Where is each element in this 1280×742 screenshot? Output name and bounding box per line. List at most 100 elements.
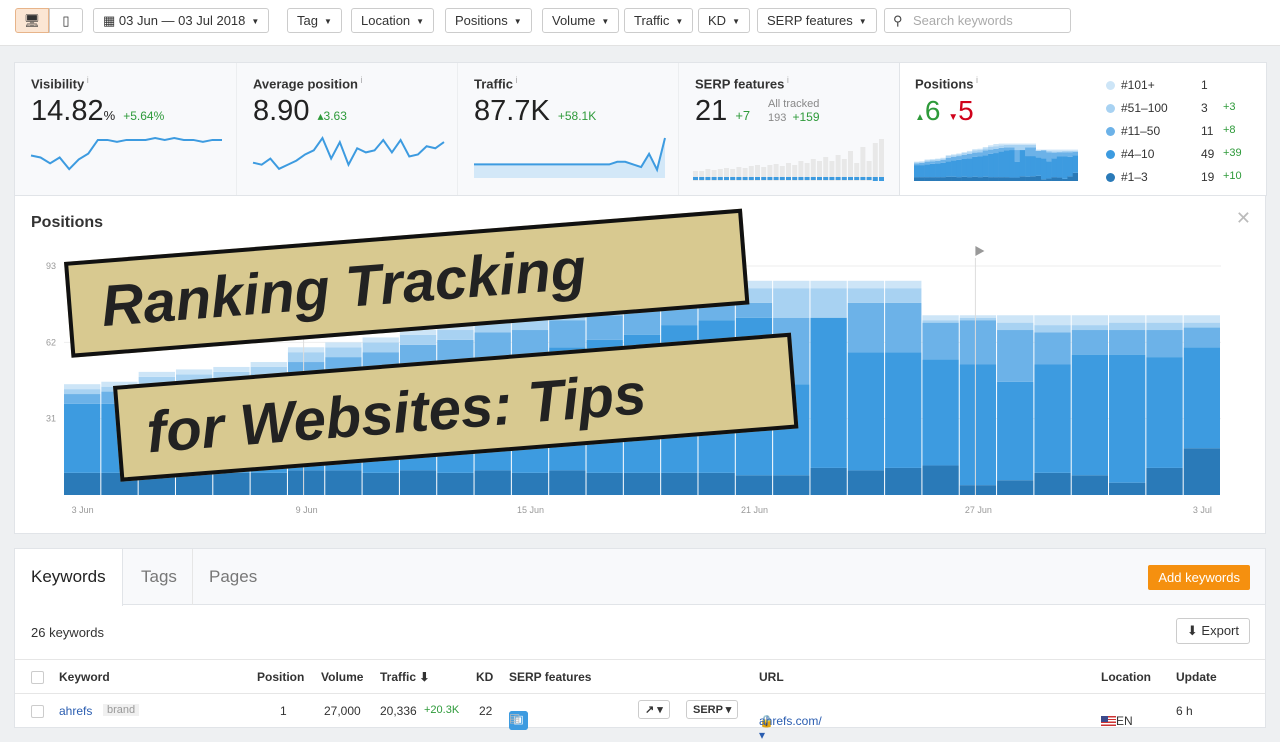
select-all-checkbox[interactable] [31,671,44,684]
bar-segment [437,330,473,340]
x-tick-label: 27 Jun [965,505,992,515]
sparkline-line [474,138,665,170]
filter-label: Location [361,13,410,28]
bar-segment [1184,448,1220,495]
filter-kd[interactable]: KD▼ [698,8,750,33]
bar-segment [1109,323,1145,330]
card-title: Average position [253,76,358,91]
sparkline-line [31,138,222,169]
serp-bar-tracked [767,177,772,180]
bar-segment [848,281,884,288]
bar-segment [213,473,249,495]
tab-tags[interactable]: Tags [125,549,193,605]
info-icon[interactable]: i [974,75,979,85]
mini-bar-segment [935,161,941,164]
bar-segment [810,468,846,495]
traffic-delta: +20.3K [424,704,459,716]
filter-tag[interactable]: Tag▼ [287,8,342,33]
bar-segment [1034,325,1070,332]
position-history-button[interactable]: ↗ ▾ [638,700,670,719]
legend-label: #4–10 [1121,147,1154,161]
serp-bar-tracked [873,177,878,181]
filter-serp-features[interactable]: SERP features▼ [757,8,877,33]
mini-bar-segment [914,162,920,163]
bar-segment [64,394,100,404]
legend-item[interactable]: #11–5011+8 [1106,124,1256,138]
col-keyword[interactable]: Keyword [59,670,110,684]
col-update[interactable]: Update [1176,670,1217,684]
info-icon[interactable]: i [358,75,363,85]
legend-delta: +3 [1223,101,1236,113]
legend-item[interactable]: #1–319+10 [1106,170,1256,184]
legend-item[interactable]: #101+1 [1106,78,1256,92]
filter-positions[interactable]: Positions▼ [445,8,532,33]
legend-delta: +10 [1223,170,1242,182]
search-icon: ⚲ [893,9,903,32]
mini-bar-segment [919,161,925,162]
mini-bar-segment [940,159,946,160]
bar-segment [1146,323,1182,330]
mini-bar-segment [956,160,962,177]
serp-button[interactable]: SERP ▾ [686,700,738,719]
mini-bar-segment [962,152,968,153]
x-tick-label: 21 Jun [741,505,768,515]
mini-bar-segment [1073,173,1078,181]
col-serp-features[interactable]: SERP features [509,670,591,684]
export-button[interactable]: ⬇ Export [1176,618,1250,644]
add-keywords-button[interactable]: Add keywords [1148,565,1250,590]
filter-traffic[interactable]: Traffic▼ [624,8,693,33]
mobile-icon[interactable]: ▯ [49,8,83,33]
keywords-tabs: Keywords Tags Pages Add keywords [15,549,1265,605]
mini-bar-segment [1067,152,1073,157]
col-position[interactable]: Position [257,670,304,684]
mini-bar-segment [977,152,983,156]
serp-bar-tracked [712,177,717,180]
all-tracked-value: 193 [768,112,786,124]
filter-volume[interactable]: Volume▼ [542,8,619,33]
serp-bar-tracked [786,177,791,180]
bar-segment [922,360,958,466]
info-icon[interactable]: i [784,75,789,85]
bar-segment [848,352,884,470]
positions-mini-chart [914,141,1078,181]
bar-segment [288,347,324,352]
positions-up: 6 [925,95,941,126]
mini-bar-segment [993,149,999,153]
tab-pages[interactable]: Pages [192,549,273,605]
mini-bar-segment [935,177,941,181]
legend-item[interactable]: #4–1049+39 [1106,147,1256,161]
legend-delta: +39 [1223,147,1242,159]
bar-segment [400,335,436,345]
mini-bar-segment [988,145,994,147]
row-checkbox[interactable] [31,705,44,718]
info-icon[interactable]: i [513,75,518,85]
serp-bar-tracked [736,177,741,180]
serp-bar-tracked [798,177,803,180]
bar-segment [325,347,361,357]
col-volume[interactable]: Volume [321,670,363,684]
bar-segment [325,342,361,347]
search-input[interactable]: ⚲Search keywords [884,8,1071,33]
legend-label: #1–3 [1121,170,1148,184]
filter-location[interactable]: Location▼ [351,8,434,33]
legend-item[interactable]: #51–1003+3 [1106,101,1256,115]
mini-bar-segment [1057,151,1063,152]
info-icon[interactable]: i [84,75,89,85]
mini-bar-segment [983,155,989,177]
date-range-dropdown[interactable]: ▦ 03 Jun — 03 Jul 2018▼ [93,8,269,33]
bar-segment [997,480,1033,495]
document-icon[interactable]: ▤ [509,711,520,725]
tab-keywords[interactable]: Keywords [15,549,123,606]
serp-bar-tracked [842,177,847,180]
keyword-link[interactable]: ahrefs [59,704,92,718]
col-traffic[interactable]: Traffic ⬇ [380,670,429,684]
download-icon: ⬇ [1187,623,1202,638]
col-kd[interactable]: KD [476,670,493,684]
col-url[interactable]: URL [759,670,784,684]
mini-bar-segment [1057,152,1063,156]
card-title: Positions [915,76,974,91]
desktop-icon[interactable]: 🖥 [15,8,49,33]
bar-segment [773,281,809,288]
col-location[interactable]: Location [1101,670,1151,684]
serp-bar [860,147,865,181]
